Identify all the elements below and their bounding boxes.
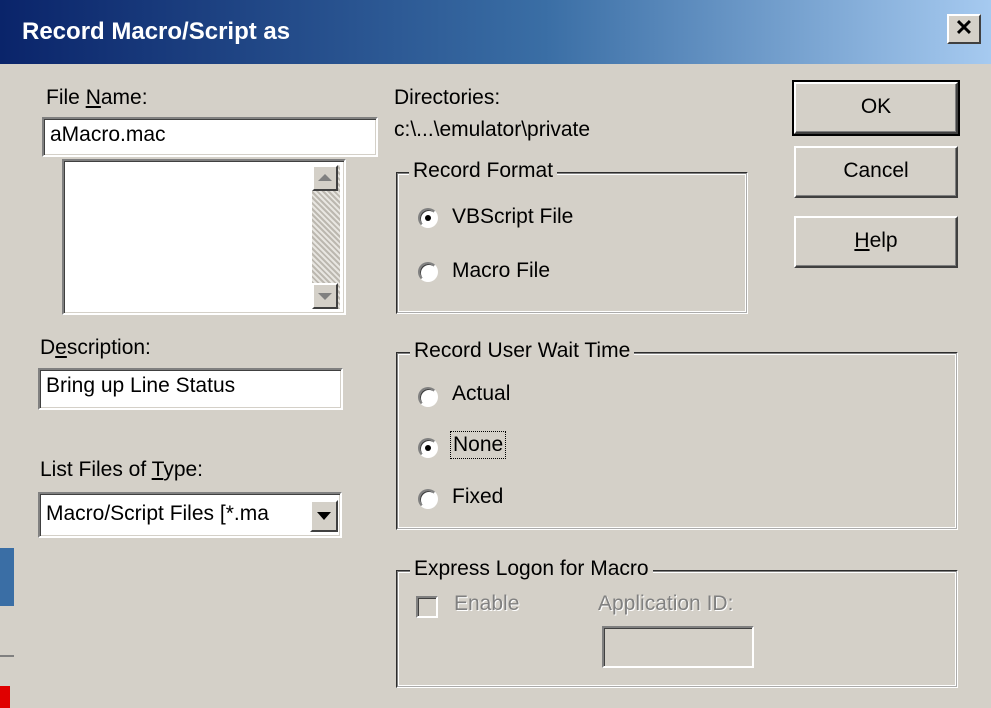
fixed-radio[interactable] [418, 489, 438, 509]
ok-button[interactable]: OK [792, 80, 960, 136]
enable-label: Enable [454, 592, 520, 615]
background-window-fragment [0, 548, 14, 606]
scroll-up-button[interactable] [312, 165, 338, 191]
file-name-input[interactable]: aMacro.mac [42, 117, 378, 157]
fixed-label[interactable]: Fixed [452, 485, 503, 509]
scroll-down-button[interactable] [312, 283, 338, 309]
actual-label[interactable]: Actual [452, 382, 510, 406]
actual-radio[interactable] [418, 387, 438, 407]
directories-label: Directories: [394, 86, 501, 109]
application-id-label: Application ID: [598, 592, 734, 615]
arrow-down-icon [318, 293, 332, 300]
wait-time-legend: Record User Wait Time [410, 339, 635, 363]
file-name-label: File Name: [46, 86, 148, 109]
help-button[interactable]: Help [794, 216, 958, 268]
file-list[interactable] [62, 159, 346, 315]
record-format-group [396, 172, 748, 314]
express-logon-legend: Express Logon for Macro [410, 557, 653, 581]
close-button[interactable]: ✕ [947, 14, 981, 44]
close-icon: ✕ [954, 15, 974, 40]
description-label: Description: [40, 336, 151, 359]
vbscript-radio[interactable] [418, 208, 438, 228]
enable-checkbox[interactable] [416, 596, 438, 618]
file-list-scrollbar[interactable] [312, 165, 340, 309]
file-type-select[interactable]: Macro/Script Files [*.ma [38, 492, 342, 538]
none-radio[interactable] [418, 438, 438, 458]
directory-path: c:\...\emulator\private [394, 118, 591, 141]
arrow-up-icon [318, 174, 332, 181]
dropdown-button[interactable] [310, 500, 338, 532]
file-type-value: Macro/Script Files [*.ma [46, 502, 269, 525]
description-input[interactable]: Bring up Line Status [38, 368, 343, 410]
macro-file-radio[interactable] [418, 262, 438, 282]
chevron-down-icon [317, 512, 331, 520]
application-id-input[interactable] [602, 626, 754, 668]
background-divider [0, 655, 14, 657]
none-label[interactable]: None [450, 431, 507, 459]
window-title: Record Macro/Script as [22, 18, 291, 45]
macro-file-label[interactable]: Macro File [452, 259, 550, 283]
vbscript-label[interactable]: VBScript File [452, 205, 573, 229]
background-icon-fragment [0, 686, 10, 708]
list-type-label: List Files of Type: [40, 458, 204, 481]
record-format-legend: Record Format [409, 159, 558, 183]
cancel-button[interactable]: Cancel [794, 146, 958, 198]
